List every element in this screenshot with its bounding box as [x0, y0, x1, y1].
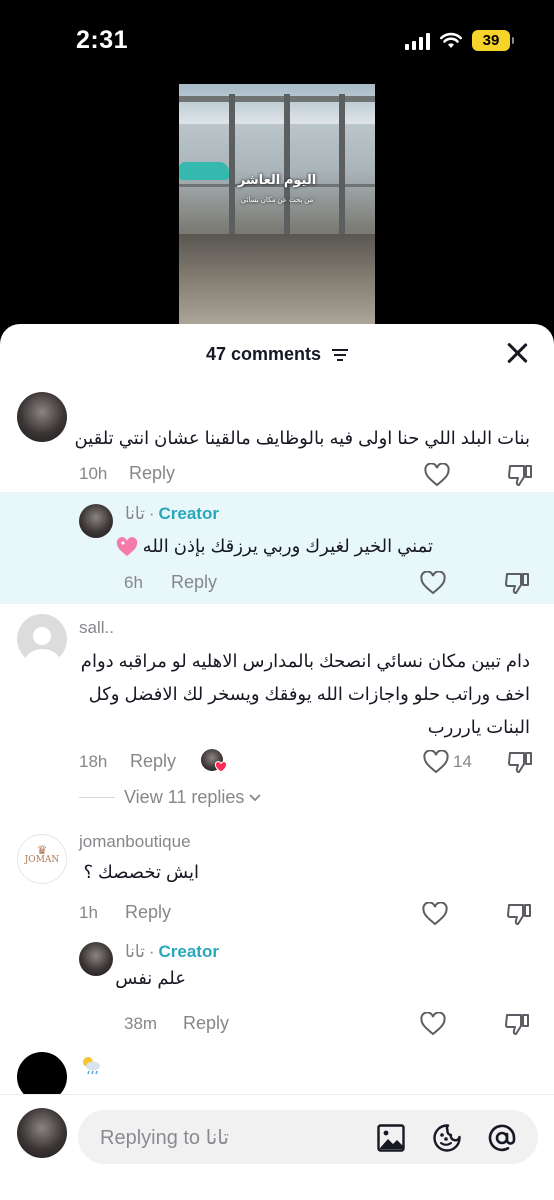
- sort-filter-icon[interactable]: [332, 349, 349, 362]
- mention-at-icon[interactable]: [487, 1123, 517, 1153]
- username-text: تانا: [125, 942, 145, 961]
- comments-count-title: 47 comments: [0, 344, 554, 365]
- reply-username[interactable]: تانا · Creator: [125, 504, 219, 524]
- like-heart-icon[interactable]: [424, 463, 450, 487]
- comment-time: 38m: [124, 1014, 158, 1033]
- emoji-sticker-icon[interactable]: [432, 1123, 462, 1153]
- reply-button[interactable]: Reply: [171, 572, 217, 593]
- image-icon[interactable]: [376, 1123, 406, 1153]
- like-heart-icon[interactable]: [420, 571, 446, 595]
- comment-username[interactable]: jomanboutique: [79, 832, 191, 852]
- comment-text: تمني الخير لغيرك وربي يرزقك بإذن الله: [113, 530, 433, 563]
- dislike-icon[interactable]: [507, 463, 533, 487]
- comment-text: بنات البلد اللي حنا اولى فيه بالوظايف ما…: [74, 428, 530, 448]
- dislike-icon[interactable]: [506, 902, 532, 926]
- reply-button[interactable]: Reply: [129, 463, 175, 484]
- comment-text-body: تمني الخير لغيرك وربي يرزقك بإذن الله: [142, 536, 433, 556]
- comment-time: 6h: [124, 573, 143, 592]
- reply-button[interactable]: Reply: [125, 902, 171, 923]
- view-replies-button[interactable]: View 11 replies: [124, 787, 262, 808]
- creator-liked-heart-icon: [215, 761, 227, 773]
- dislike-icon[interactable]: [504, 1012, 530, 1036]
- video-caption-title: اليوم العاشر: [237, 172, 317, 187]
- wifi-icon: [440, 32, 462, 48]
- reply-button[interactable]: Reply: [130, 751, 176, 772]
- current-user-avatar[interactable]: [17, 1108, 67, 1158]
- comment-username[interactable]: sall..: [79, 618, 114, 638]
- comments-count-label: 47 comments: [205, 344, 322, 364]
- avatar[interactable]: [17, 1052, 67, 1094]
- username-text: تانا: [125, 504, 145, 523]
- sheet-header: 47 comments: [0, 324, 554, 382]
- comment-time: 18h: [79, 752, 108, 771]
- creator-badge: Creator: [158, 504, 219, 523]
- chevron-down-icon: [249, 794, 262, 802]
- avatar[interactable]: [17, 614, 67, 664]
- like-count: 14: [453, 752, 472, 771]
- view-replies-divider: [79, 797, 115, 798]
- comment-text: ايش تخصصك ؟: [83, 862, 199, 882]
- video-caption-subtitle: من بحث عن مكان نسائي: [240, 197, 314, 204]
- dislike-icon[interactable]: [507, 750, 533, 774]
- avatar[interactable]: [79, 504, 113, 538]
- comment-text: علم نفس: [115, 968, 186, 988]
- weather-emoji-icon: [83, 1057, 100, 1075]
- comments-sheet: 47 comments بنات البلد اللي حنا اولى فيه…: [0, 324, 554, 1200]
- creator-badge: Creator: [158, 942, 219, 961]
- comments-list[interactable]: بنات البلد اللي حنا اولى فيه بالوظايف ما…: [0, 382, 554, 1094]
- cellular-signal-icon: [405, 32, 430, 50]
- comment-time: 10h: [79, 464, 108, 483]
- video-thumbnail[interactable]: اليوم العاشر من بحث عن مكان نسائي: [179, 84, 375, 329]
- like-heart-icon[interactable]: [420, 1012, 446, 1036]
- reply-input-placeholder: Replying to تانا: [100, 1127, 229, 1149]
- reply-username[interactable]: تانا · Creator: [125, 942, 219, 962]
- view-replies-label: View 11 replies: [124, 787, 245, 807]
- battery-icon: 39: [472, 30, 514, 51]
- like-heart-icon[interactable]: [422, 902, 448, 926]
- dislike-icon[interactable]: [504, 571, 530, 595]
- sparkling-heart-emoji-icon: [116, 537, 137, 557]
- reply-button[interactable]: Reply: [183, 1013, 229, 1034]
- like-heart-icon[interactable]: [423, 750, 449, 774]
- comment-time: 1h: [79, 903, 98, 922]
- status-time: 2:31: [76, 26, 129, 54]
- status-icons: 39: [405, 30, 514, 51]
- reply-input[interactable]: Replying to تانا: [78, 1110, 538, 1164]
- status-bar: 2:31 39: [0, 0, 554, 84]
- close-button[interactable]: [506, 342, 528, 364]
- comment-text: دام تبين مكان نسائي انصحك بالمدارس الاهل…: [80, 651, 530, 737]
- reply-input-bar: Replying to تانا: [0, 1094, 554, 1200]
